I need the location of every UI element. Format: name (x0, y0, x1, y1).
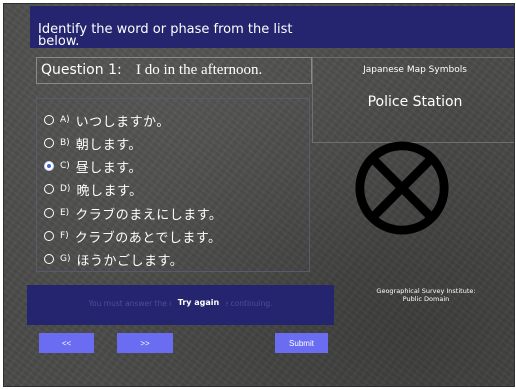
option-letter: B) (60, 138, 70, 148)
option-letter: F) (60, 231, 69, 241)
answer-options-list: A) いつしますか。 B) 朝します。 C) 昼します。 D) 晩します。 E)… (36, 98, 310, 272)
credit-line-1: Geographical Survey Institute: (376, 287, 476, 295)
map-symbol-name: Police Station (367, 94, 463, 110)
previous-button[interactable]: << (39, 333, 94, 353)
instruction-bar: Identify the word or phase from the list… (30, 6, 514, 49)
police-station-x-circle-icon (355, 141, 449, 235)
option-d[interactable]: D) 晩します。 (44, 180, 143, 199)
radio-button-icon[interactable] (44, 231, 54, 241)
option-text: クラブのまえにします。 (75, 207, 223, 223)
question-label: Question 1: (41, 62, 122, 78)
next-button[interactable]: >> (117, 333, 173, 353)
option-f[interactable]: F) クラブのあとでします。 (44, 227, 222, 246)
radio-button-icon[interactable] (44, 115, 54, 125)
quiz-slide: Identify the word or phase from the list… (3, 3, 515, 387)
image-credit: Geographical Survey Institute: Public Do… (356, 287, 496, 303)
try-again-label[interactable]: Try again (171, 297, 226, 309)
option-text: ほうかごします。 (76, 253, 184, 269)
radio-button-selected-icon[interactable] (44, 161, 54, 171)
credit-line-2: Public Domain (402, 295, 450, 303)
option-letter: G) (60, 254, 71, 264)
submit-button[interactable]: Submit (275, 333, 328, 353)
option-g[interactable]: G) ほうかごします。 (44, 250, 184, 269)
question-text: I do in the afternoon. (136, 62, 263, 78)
option-letter: A) (60, 115, 70, 125)
instruction-text: Identify the word or phase from the list… (38, 22, 293, 49)
map-symbol-panel: Japanese Map Symbols Police Station (312, 57, 514, 143)
option-c[interactable]: C) 昼します。 (44, 157, 142, 176)
option-text: 昼します。 (75, 160, 142, 176)
option-text: クラブのあとでします。 (74, 230, 222, 246)
radio-button-icon[interactable] (44, 208, 54, 218)
option-b[interactable]: B) 朝します。 (44, 134, 142, 153)
option-letter: E) (60, 208, 70, 218)
option-text: いつしますか。 (75, 114, 170, 130)
radio-button-icon[interactable] (44, 138, 54, 148)
option-text: 朝します。 (75, 137, 142, 153)
question-box: Question 1: I do in the afternoon. (36, 57, 312, 84)
option-a[interactable]: A) いつしますか。 (44, 111, 170, 130)
option-letter: C) (60, 161, 70, 171)
option-text: 晩します。 (76, 183, 143, 199)
map-panel-title: Japanese Map Symbols (363, 65, 467, 75)
radio-button-icon[interactable] (44, 184, 54, 194)
feedback-bar: You must answer the question before cont… (27, 285, 334, 325)
radio-button-icon[interactable] (44, 254, 54, 264)
option-e[interactable]: E) クラブのまえにします。 (44, 204, 223, 223)
option-letter: D) (60, 184, 71, 194)
